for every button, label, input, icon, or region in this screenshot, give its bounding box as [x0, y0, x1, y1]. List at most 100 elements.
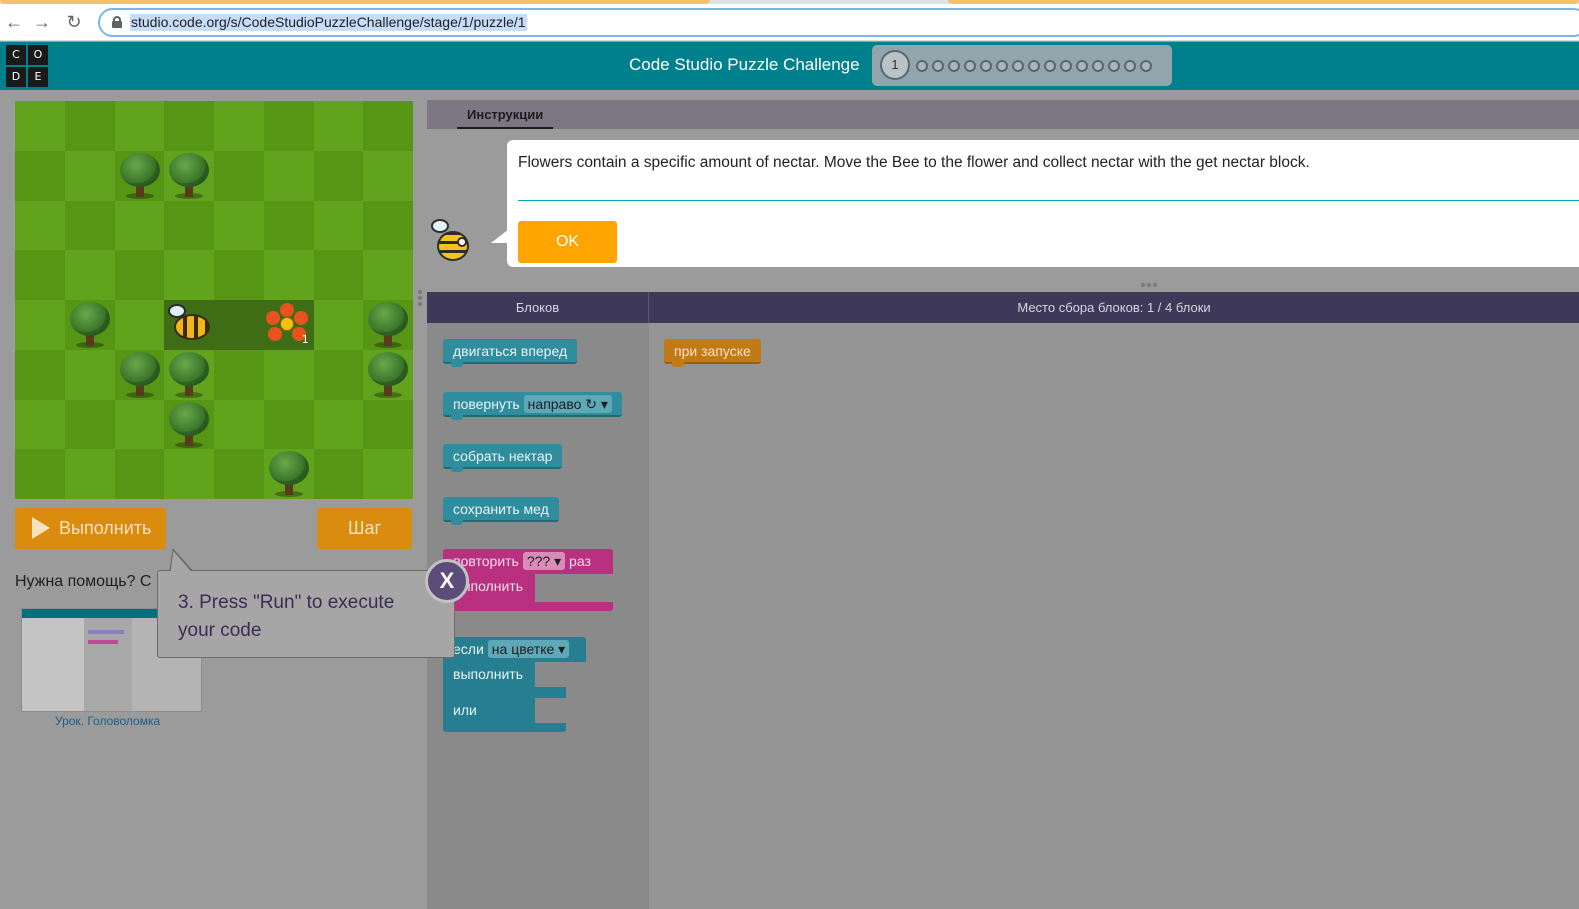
- maze-cell: [15, 150, 65, 201]
- maze-cell: [313, 449, 364, 499]
- maze-cell: [363, 250, 413, 300]
- repeat-count-dropdown[interactable]: ??? ▾: [522, 552, 566, 570]
- logo-letter: C: [6, 45, 26, 65]
- address-bar[interactable]: studio.code.org/s/CodeStudioPuzzleChalle…: [98, 8, 1579, 37]
- maze-cell: [15, 200, 65, 251]
- code-logo[interactable]: C O D E: [6, 45, 48, 87]
- level-bubble[interactable]: [1108, 60, 1120, 72]
- maze-cell: [64, 399, 115, 450]
- level-bubble[interactable]: [932, 60, 944, 72]
- help-heading: Нужна помощь? С: [15, 573, 152, 590]
- lock-icon[interactable]: [112, 16, 122, 28]
- blocks-workspace[interactable]: [649, 323, 1579, 909]
- level-bubble[interactable]: [1012, 60, 1024, 72]
- instructions-panel: Flowers contain a specific amount of nec…: [427, 129, 1579, 279]
- instruction-text: Flowers contain a specific amount of nec…: [518, 154, 1310, 171]
- if-condition-dropdown[interactable]: на цветке ▾: [487, 640, 570, 658]
- bee-icon: [166, 304, 212, 344]
- url-text[interactable]: studio.code.org/s/CodeStudioPuzzleChalle…: [130, 14, 527, 31]
- maze-cell: [263, 150, 314, 201]
- course-title[interactable]: Code Studio Puzzle Challenge: [629, 55, 860, 75]
- instruction-bubble: Flowers contain a specific amount of nec…: [507, 140, 1579, 267]
- tooltip-text: 3. Press "Run" to execute your code: [178, 592, 395, 641]
- logo-letter: D: [6, 67, 26, 87]
- step-button[interactable]: Шаг: [317, 508, 412, 549]
- maze-cell: [15, 101, 65, 151]
- level-bubble-current[interactable]: 1: [880, 50, 910, 80]
- maze-cell: [15, 399, 65, 450]
- block-repeat-suffix: раз: [569, 553, 591, 569]
- maze-cell: [214, 101, 264, 151]
- tutorial-tooltip: 3. Press "Run" to execute your code: [157, 570, 455, 658]
- video-caption[interactable]: Урок. Головоломка: [55, 714, 160, 728]
- maze-cell: [214, 399, 264, 450]
- level-bubble[interactable]: [1092, 60, 1104, 72]
- tree-icon: [267, 451, 311, 498]
- reload-icon[interactable]: ↻: [64, 12, 84, 32]
- level-bubble[interactable]: [996, 60, 1008, 72]
- maze-cell: [64, 150, 115, 201]
- run-button-label: Выполнить: [59, 518, 152, 538]
- block-make-honey[interactable]: сохранить мед: [443, 497, 559, 525]
- maze-cell: [363, 399, 413, 450]
- level-bubble[interactable]: [916, 60, 928, 72]
- vertical-resize-handle[interactable]: [418, 290, 422, 308]
- left-panel: 1 Выполнить Шаг Нужна помощь? С Урок. Го…: [0, 90, 427, 909]
- level-bubble[interactable]: [1044, 60, 1056, 72]
- maze-cell: [363, 200, 413, 251]
- tree-icon: [68, 302, 112, 348]
- maze-cell: [263, 200, 314, 251]
- level-bubble[interactable]: [1076, 60, 1088, 72]
- forward-icon[interactable]: →: [32, 12, 52, 32]
- maze-cell: [64, 101, 115, 151]
- turn-direction-dropdown[interactable]: направо ↻ ▾: [523, 395, 612, 413]
- level-bubble[interactable]: [948, 60, 960, 72]
- level-bubble[interactable]: [964, 60, 976, 72]
- maze-cell: [313, 200, 364, 251]
- maze-cell: [313, 150, 364, 201]
- maze-cell: [313, 300, 364, 350]
- logo-letter: O: [28, 45, 48, 65]
- block-get-nectar[interactable]: собрать нектар: [443, 444, 563, 472]
- maze-cell: [164, 200, 214, 251]
- maze-cell: [15, 300, 65, 350]
- level-bubble[interactable]: [1028, 60, 1040, 72]
- maze-cell: [263, 101, 314, 151]
- maze-cell: [15, 250, 65, 300]
- blockly-header: Блоков Место сбора блоков: 1 / 4 блоки: [427, 292, 1579, 323]
- block-move-forward[interactable]: двигаться вперед: [443, 339, 578, 367]
- run-button[interactable]: Выполнить: [15, 508, 166, 549]
- block-if-do: выполнить: [443, 662, 535, 687]
- maze-cell: [64, 449, 115, 499]
- ok-button[interactable]: OK: [518, 221, 617, 263]
- close-icon[interactable]: X: [425, 559, 469, 603]
- maze-cell: [64, 250, 115, 300]
- level-bubble[interactable]: [980, 60, 992, 72]
- level-bubble[interactable]: [1140, 60, 1152, 72]
- tree-icon: [167, 152, 211, 199]
- maze-cell: [263, 250, 314, 300]
- block-if-else[interactable]: если на цветке ▾ выполнить или: [443, 637, 586, 733]
- toolbox-title: Блоков: [427, 292, 649, 323]
- maze-cell: [313, 101, 364, 151]
- maze-cell: [114, 101, 165, 151]
- maze-cell: [363, 150, 413, 201]
- block-if-else-label: или: [443, 698, 535, 723]
- level-bubble[interactable]: [1124, 60, 1136, 72]
- maze-cell: [214, 250, 264, 300]
- instructions-tabbar: Инструкции: [427, 100, 1579, 129]
- workspace-title: Место сбора блоков: 1 / 4 блоки: [1017, 300, 1211, 315]
- horizontal-resize-handle[interactable]: [1141, 283, 1159, 287]
- block-when-run[interactable]: при запуске: [664, 339, 761, 367]
- maze-cell: [164, 449, 214, 499]
- tab-instructions[interactable]: Инструкции: [457, 100, 554, 129]
- maze-cell: [164, 250, 214, 300]
- maze-cell: [214, 349, 264, 400]
- maze-cell: [214, 300, 264, 350]
- block-turn[interactable]: повернуть направо ↻ ▾: [443, 392, 622, 420]
- maze-cell: [214, 150, 264, 201]
- maze-cell: [114, 449, 165, 499]
- nectar-count: 1: [301, 333, 309, 346]
- level-bubble[interactable]: [1060, 60, 1072, 72]
- back-icon[interactable]: ←: [4, 12, 24, 32]
